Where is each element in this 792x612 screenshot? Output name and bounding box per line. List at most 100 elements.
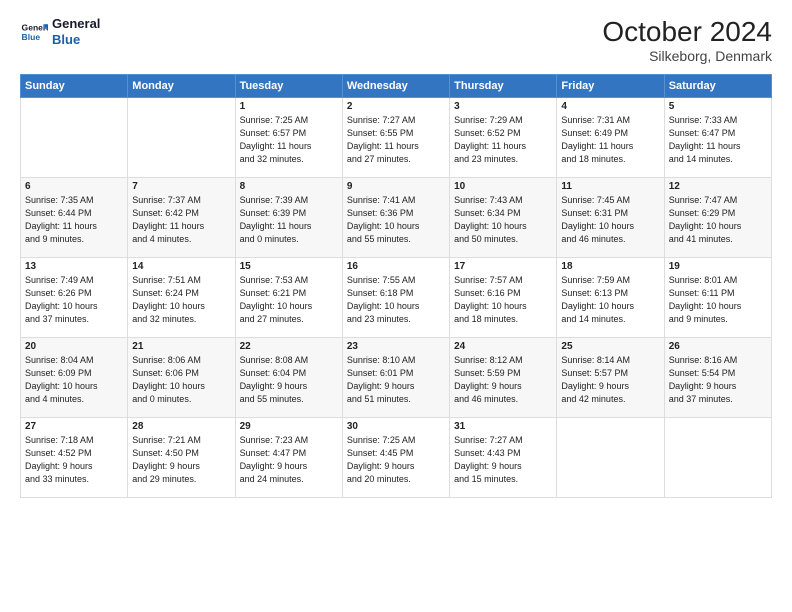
day-number: 26: [669, 341, 767, 352]
day-number: 17: [454, 261, 552, 272]
calendar-cell: [664, 418, 771, 498]
calendar-cell: 11Sunrise: 7:45 AM Sunset: 6:31 PM Dayli…: [557, 178, 664, 258]
day-number: 8: [240, 181, 338, 192]
calendar-cell: 2 Sunrise: 7:27 AM Sunset: 6:55 PM Daylig…: [342, 98, 449, 178]
calendar-cell: 30 Sunrise: 7:25 AM Sunset: 4:45 PM Dayli…: [342, 418, 449, 498]
calendar-cell: 3 Sunrise: 7:29 AM Sunset: 6:52 PM Daylig…: [450, 98, 557, 178]
calendar-cell: 7 Sunrise: 7:37 AM Sunset: 6:42 PM Daylig…: [128, 178, 235, 258]
day-number: 22: [240, 341, 338, 352]
day-content: Sunrise: 8:10 AM Sunset: 6:01 PM Dayligh…: [347, 354, 445, 406]
location: Silkeborg, Denmark: [602, 48, 772, 64]
weekday-header: Saturday: [664, 75, 771, 98]
title-block: October 2024 Silkeborg, Denmark: [602, 16, 772, 64]
day-content: Sunrise: 7:59 AM Sunset: 6:13 PM Dayligh…: [561, 274, 659, 326]
day-number: 12: [669, 181, 767, 192]
weekday-header: Wednesday: [342, 75, 449, 98]
day-content: Sunrise: 7:21 AM Sunset: 4:50 PM Dayligh…: [132, 434, 230, 486]
day-content: Sunrise: 7:23 AM Sunset: 4:47 PM Dayligh…: [240, 434, 338, 486]
calendar-cell: 13 Sunrise: 7:49 AM Sunset: 6:26 PM Dayli…: [21, 258, 128, 338]
calendar-cell: 29 Sunrise: 7:23 AM Sunset: 4:47 PM Dayli…: [235, 418, 342, 498]
day-number: 18: [561, 261, 659, 272]
day-number: 4: [561, 101, 659, 112]
week-row: 1 Sunrise: 7:25 AM Sunset: 6:57 PM Daylig…: [21, 98, 772, 178]
day-content: Sunrise: 8:06 AM Sunset: 6:06 PM Dayligh…: [132, 354, 230, 406]
month-title: October 2024: [602, 16, 772, 48]
day-content: Sunrise: 7:53 AM Sunset: 6:21 PM Dayligh…: [240, 274, 338, 326]
calendar-cell: [128, 98, 235, 178]
calendar-cell: 25 Sunrise: 8:14 AM Sunset: 5:57 PM Dayli…: [557, 338, 664, 418]
calendar-cell: 9 Sunrise: 7:41 AM Sunset: 6:36 PM Daylig…: [342, 178, 449, 258]
day-number: 31: [454, 421, 552, 432]
day-content: Sunrise: 7:41 AM Sunset: 6:36 PM Dayligh…: [347, 194, 445, 246]
day-number: 28: [132, 421, 230, 432]
day-content: Sunrise: 7:51 AM Sunset: 6:24 PM Dayligh…: [132, 274, 230, 326]
calendar-cell: 20Sunrise: 8:04 AM Sunset: 6:09 PM Dayli…: [21, 338, 128, 418]
day-content: Sunrise: 7:47 AM Sunset: 6:29 PM Dayligh…: [669, 194, 767, 246]
day-number: 21: [132, 341, 230, 352]
day-number: 14: [132, 261, 230, 272]
day-content: Sunrise: 8:16 AM Sunset: 5:54 PM Dayligh…: [669, 354, 767, 406]
day-number: 29: [240, 421, 338, 432]
logo: General Blue General Blue: [20, 16, 100, 47]
calendar-cell: 23 Sunrise: 8:10 AM Sunset: 6:01 PM Dayli…: [342, 338, 449, 418]
day-number: 13: [25, 261, 123, 272]
day-content: Sunrise: 7:18 AM Sunset: 4:52 PM Dayligh…: [25, 434, 123, 486]
day-number: 11: [561, 181, 659, 192]
day-number: 3: [454, 101, 552, 112]
header-row: SundayMondayTuesdayWednesdayThursdayFrid…: [21, 75, 772, 98]
calendar-cell: 24Sunrise: 8:12 AM Sunset: 5:59 PM Dayli…: [450, 338, 557, 418]
day-content: Sunrise: 7:27 AM Sunset: 4:43 PM Dayligh…: [454, 434, 552, 486]
day-content: Sunrise: 7:37 AM Sunset: 6:42 PM Dayligh…: [132, 194, 230, 246]
day-content: Sunrise: 8:12 AM Sunset: 5:59 PM Dayligh…: [454, 354, 552, 406]
calendar-cell: 1 Sunrise: 7:25 AM Sunset: 6:57 PM Daylig…: [235, 98, 342, 178]
day-content: Sunrise: 7:55 AM Sunset: 6:18 PM Dayligh…: [347, 274, 445, 326]
day-content: Sunrise: 7:27 AM Sunset: 6:55 PM Dayligh…: [347, 114, 445, 166]
day-content: Sunrise: 7:33 AM Sunset: 6:47 PM Dayligh…: [669, 114, 767, 166]
day-content: Sunrise: 7:25 AM Sunset: 4:45 PM Dayligh…: [347, 434, 445, 486]
day-content: Sunrise: 7:35 AM Sunset: 6:44 PM Dayligh…: [25, 194, 123, 246]
calendar-cell: 5 Sunrise: 7:33 AM Sunset: 6:47 PM Daylig…: [664, 98, 771, 178]
week-row: 6Sunrise: 7:35 AM Sunset: 6:44 PM Daylig…: [21, 178, 772, 258]
calendar-cell: [21, 98, 128, 178]
day-number: 23: [347, 341, 445, 352]
calendar-cell: 4 Sunrise: 7:31 AM Sunset: 6:49 PM Daylig…: [557, 98, 664, 178]
svg-text:Blue: Blue: [22, 31, 41, 41]
calendar-cell: 31 Sunrise: 7:27 AM Sunset: 4:43 PM Dayli…: [450, 418, 557, 498]
calendar-cell: 15Sunrise: 7:53 AM Sunset: 6:21 PM Dayli…: [235, 258, 342, 338]
day-content: Sunrise: 7:49 AM Sunset: 6:26 PM Dayligh…: [25, 274, 123, 326]
calendar-cell: [557, 418, 664, 498]
day-number: 19: [669, 261, 767, 272]
day-number: 27: [25, 421, 123, 432]
day-number: 9: [347, 181, 445, 192]
day-content: Sunrise: 7:25 AM Sunset: 6:57 PM Dayligh…: [240, 114, 338, 166]
day-content: Sunrise: 8:08 AM Sunset: 6:04 PM Dayligh…: [240, 354, 338, 406]
week-row: 20Sunrise: 8:04 AM Sunset: 6:09 PM Dayli…: [21, 338, 772, 418]
logo-blue: Blue: [52, 32, 100, 48]
weekday-header: Tuesday: [235, 75, 342, 98]
day-content: Sunrise: 7:29 AM Sunset: 6:52 PM Dayligh…: [454, 114, 552, 166]
day-number: 1: [240, 101, 338, 112]
calendar-cell: 17 Sunrise: 7:57 AM Sunset: 6:16 PM Dayli…: [450, 258, 557, 338]
day-content: Sunrise: 8:14 AM Sunset: 5:57 PM Dayligh…: [561, 354, 659, 406]
day-content: Sunrise: 7:31 AM Sunset: 6:49 PM Dayligh…: [561, 114, 659, 166]
day-number: 7: [132, 181, 230, 192]
calendar-cell: 26 Sunrise: 8:16 AM Sunset: 5:54 PM Dayli…: [664, 338, 771, 418]
day-content: Sunrise: 7:57 AM Sunset: 6:16 PM Dayligh…: [454, 274, 552, 326]
weekday-header: Friday: [557, 75, 664, 98]
calendar-cell: 14 Sunrise: 7:51 AM Sunset: 6:24 PM Dayli…: [128, 258, 235, 338]
day-number: 5: [669, 101, 767, 112]
calendar-cell: 18 Sunrise: 7:59 AM Sunset: 6:13 PM Dayli…: [557, 258, 664, 338]
day-number: 25: [561, 341, 659, 352]
calendar-cell: 8Sunrise: 7:39 AM Sunset: 6:39 PM Daylig…: [235, 178, 342, 258]
calendar-cell: 22 Sunrise: 8:08 AM Sunset: 6:04 PM Dayli…: [235, 338, 342, 418]
calendar-cell: 16Sunrise: 7:55 AM Sunset: 6:18 PM Dayli…: [342, 258, 449, 338]
day-number: 30: [347, 421, 445, 432]
calendar-cell: 27 Sunrise: 7:18 AM Sunset: 4:52 PM Dayli…: [21, 418, 128, 498]
day-number: 2: [347, 101, 445, 112]
calendar-table: SundayMondayTuesdayWednesdayThursdayFrid…: [20, 74, 772, 498]
day-content: Sunrise: 8:01 AM Sunset: 6:11 PM Dayligh…: [669, 274, 767, 326]
weekday-header: Thursday: [450, 75, 557, 98]
week-row: 27 Sunrise: 7:18 AM Sunset: 4:52 PM Dayli…: [21, 418, 772, 498]
day-content: Sunrise: 8:04 AM Sunset: 6:09 PM Dayligh…: [25, 354, 123, 406]
calendar-cell: 6Sunrise: 7:35 AM Sunset: 6:44 PM Daylig…: [21, 178, 128, 258]
